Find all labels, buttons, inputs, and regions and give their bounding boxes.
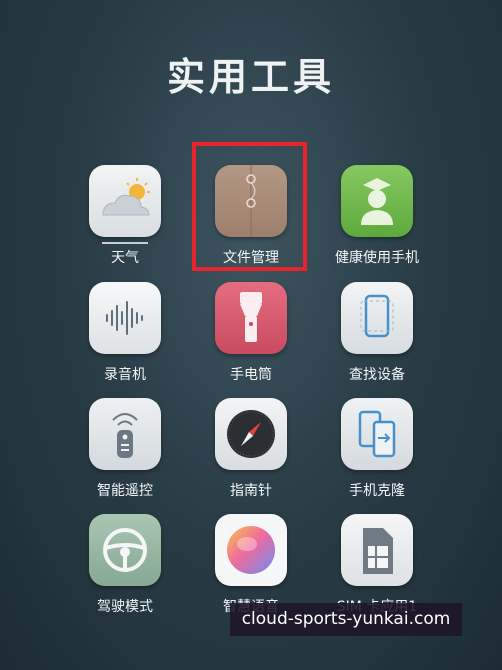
highlight-box <box>192 142 307 271</box>
app-label: 天气 <box>111 250 139 266</box>
steering-wheel-icon <box>89 514 161 586</box>
app-label: 录音机 <box>104 367 146 383</box>
app-phone-clone[interactable]: 手机克隆 <box>314 398 440 500</box>
app-label: 手机克隆 <box>349 483 405 499</box>
flashlight-icon <box>215 282 287 354</box>
app-label: 手电筒 <box>230 367 272 383</box>
app-health-phone-use[interactable]: 健康使用手机 <box>314 165 440 267</box>
app-weather[interactable]: 天气 <box>62 165 188 267</box>
app-label: 查找设备 <box>349 367 405 383</box>
weather-cloud-sun-icon <box>89 165 161 237</box>
app-driving-mode[interactable]: 驾驶模式 <box>62 514 188 616</box>
smart-voice-orb-icon <box>215 514 287 586</box>
app-find-device[interactable]: 查找设备 <box>314 282 440 384</box>
app-smart-remote[interactable]: 智能遥控 <box>62 398 188 500</box>
weather-underline <box>102 242 148 244</box>
sim-card-icon <box>341 514 413 586</box>
app-label: 指南针 <box>230 483 272 499</box>
app-label: 智能遥控 <box>97 483 153 499</box>
app-compass[interactable]: 指南针 <box>188 398 314 500</box>
app-smart-voice[interactable]: 智慧语音 <box>188 514 314 616</box>
find-device-icon <box>341 282 413 354</box>
page-title: 实用工具 <box>166 55 335 99</box>
smart-remote-icon <box>89 398 161 470</box>
health-phone-use-icon <box>341 165 413 237</box>
app-label: 健康使用手机 <box>335 250 419 266</box>
app-sim-card[interactable]: SIM 卡应用1 <box>314 514 440 616</box>
app-recorder[interactable]: 录音机 <box>62 282 188 384</box>
watermark-text: cloud-sports-yunkai.com <box>230 603 462 636</box>
app-label: 驾驶模式 <box>97 599 153 615</box>
phone-clone-icon <box>341 398 413 470</box>
recorder-waveform-icon <box>89 282 161 354</box>
app-flashlight[interactable]: 手电筒 <box>188 282 314 384</box>
compass-icon <box>215 398 287 470</box>
